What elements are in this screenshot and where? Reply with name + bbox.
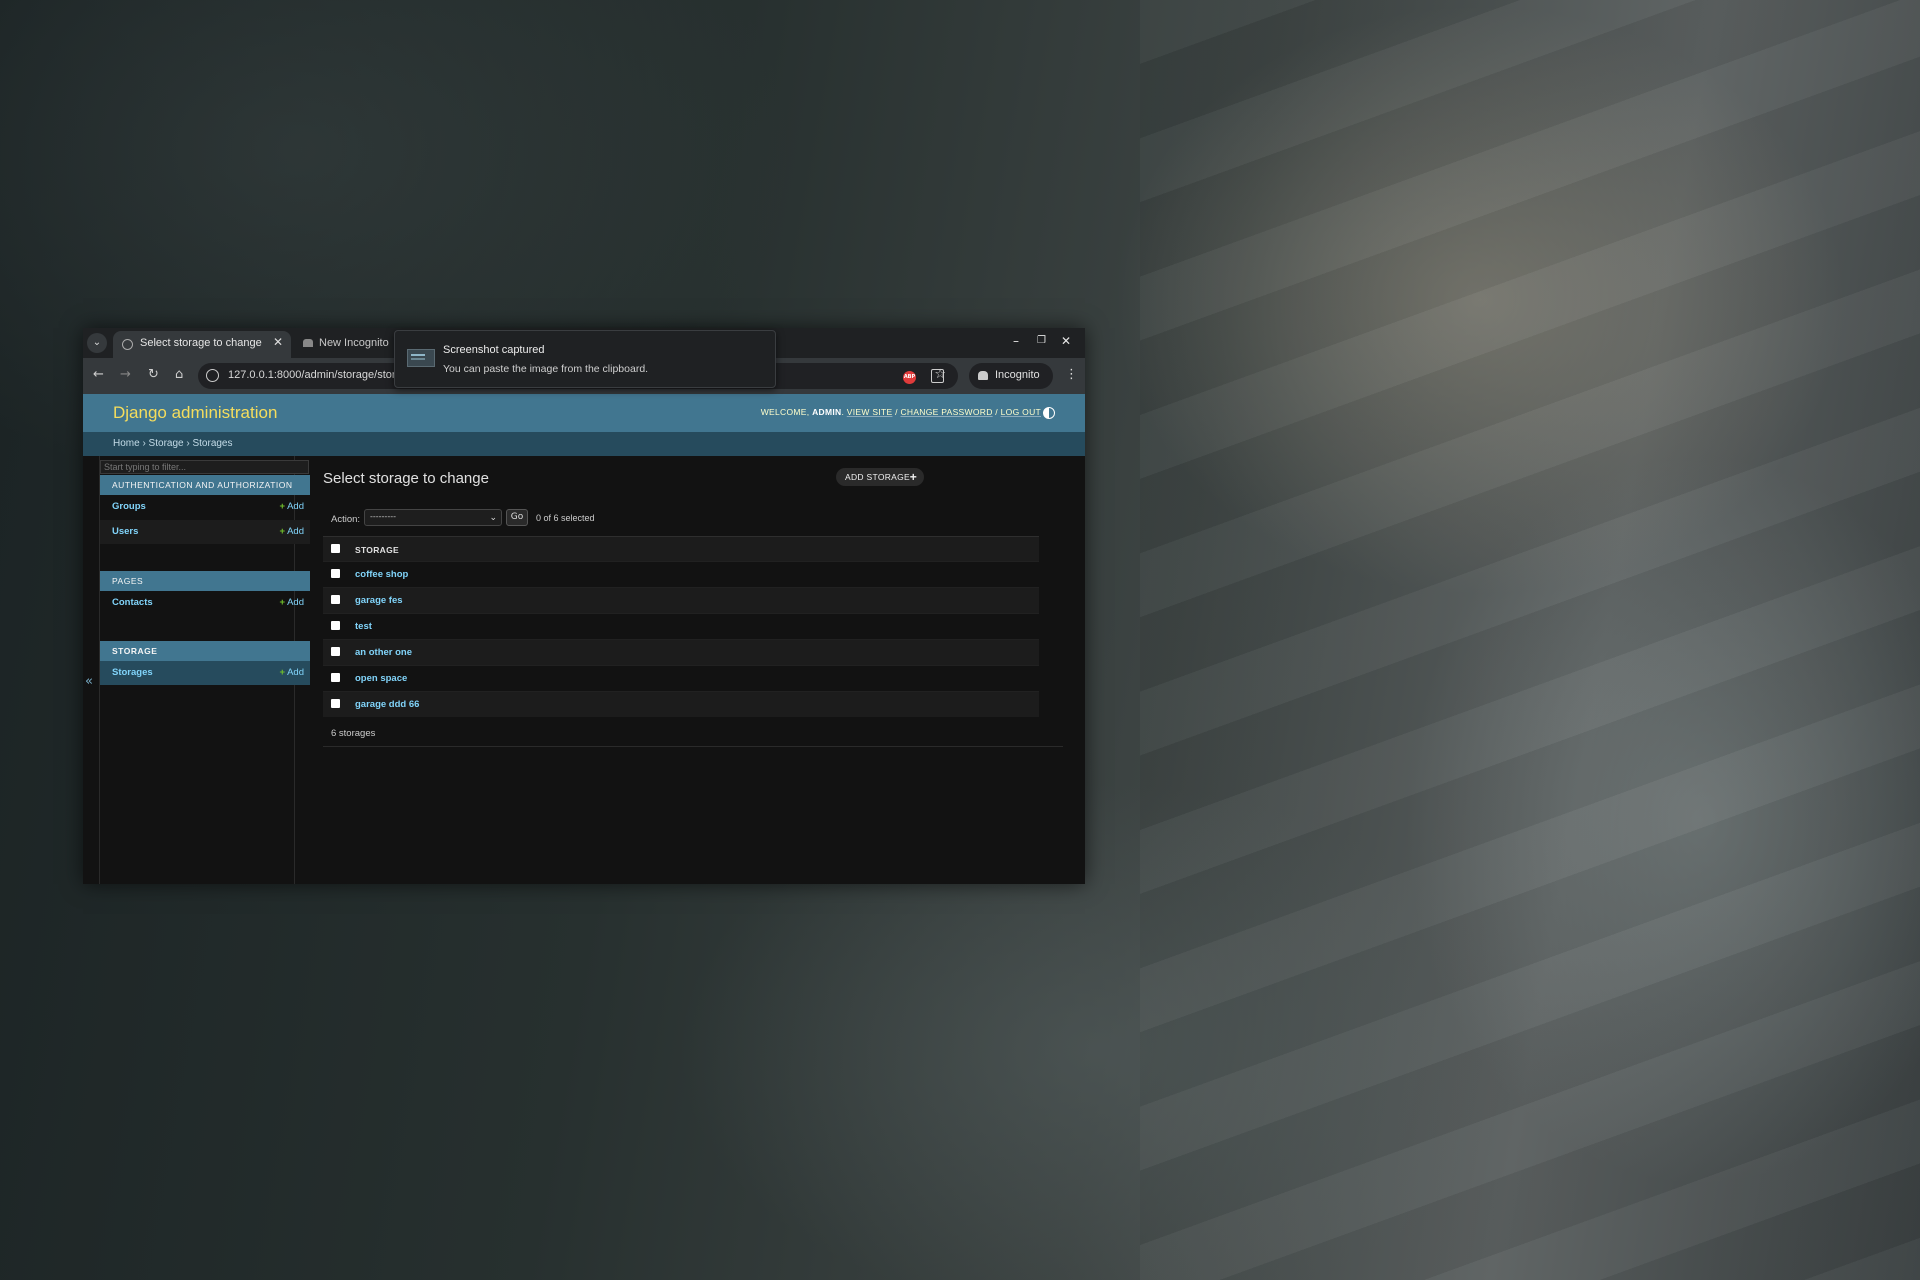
breadcrumb-text[interactable]: Home › Storage › Storages: [113, 438, 233, 449]
view-site-link[interactable]: VIEW SITE: [847, 407, 893, 417]
row-checkbox[interactable]: [331, 699, 340, 708]
add-plus-icon: +: [279, 597, 286, 608]
add-storage-button[interactable]: ADD STORAGE +: [836, 468, 924, 486]
sidebar-item-label[interactable]: Users: [112, 526, 138, 537]
screenshot-toast[interactable]: Screenshot captured You can paste the im…: [394, 330, 776, 388]
results-table: STORAGE coffee shop garage fes test an o…: [323, 536, 1039, 717]
username: ADMIN: [812, 407, 842, 417]
tab-close-icon[interactable]: ✕: [273, 335, 283, 349]
home-icon[interactable]: ⌂: [175, 367, 183, 382]
divider: [323, 746, 1063, 747]
page-title: Select storage to change: [323, 470, 489, 487]
back-icon[interactable]: ←: [93, 367, 104, 382]
reload-icon[interactable]: ↻: [148, 367, 159, 382]
desktop-background: [1140, 0, 1920, 1280]
paginator: 6 storages: [331, 728, 376, 739]
row-link[interactable]: garage fes: [355, 595, 403, 606]
action-label: Action:: [331, 514, 361, 525]
sidebar-item-groups[interactable]: Groups + Add: [100, 495, 310, 519]
module-caption-pages[interactable]: PAGES: [100, 571, 310, 591]
sidebar-item-users[interactable]: Users + Add: [100, 520, 310, 544]
tab-active[interactable]: Select storage to change ✕: [113, 331, 291, 358]
row-link[interactable]: test: [355, 621, 372, 632]
nav-sidebar: Start typing to filter... AUTHENTICATION…: [99, 456, 310, 884]
table-row: coffee shop: [323, 561, 1039, 587]
row-link[interactable]: coffee shop: [355, 569, 408, 580]
select-all-checkbox[interactable]: [331, 544, 340, 553]
tab-search-chevron-icon[interactable]: ⌄: [87, 333, 107, 353]
table-row: test: [323, 613, 1039, 639]
browser-menu-icon[interactable]: ⋮: [1065, 367, 1078, 382]
tab-inactive-title: New Incognito: [319, 337, 389, 349]
site-info-icon[interactable]: [206, 369, 219, 382]
globe-icon: [122, 339, 133, 350]
toast-title: Screenshot captured: [443, 344, 545, 356]
sidebar-item-label[interactable]: Storages: [112, 667, 153, 678]
adblock-extension-icon[interactable]: ABP: [903, 371, 916, 384]
forward-icon[interactable]: →: [120, 367, 131, 382]
row-link[interactable]: an other one: [355, 647, 412, 658]
sidebar-item-contacts[interactable]: Contacts + Add: [100, 591, 310, 615]
table-row: garage ddd 66: [323, 691, 1039, 717]
row-link[interactable]: open space: [355, 673, 407, 684]
module-caption-auth[interactable]: AUTHENTICATION AND AUTHORIZATION: [100, 475, 310, 495]
sidebar-item-label[interactable]: Groups: [112, 501, 146, 512]
action-counter: 0 of 6 selected: [536, 513, 595, 523]
sidebar-item-label[interactable]: Contacts: [112, 597, 153, 608]
table-row: an other one: [323, 639, 1039, 665]
sidebar-filter-input[interactable]: Start typing to filter...: [100, 460, 309, 474]
extensions-puzzle-icon[interactable]: [931, 369, 944, 383]
theme-toggle-icon[interactable]: [1043, 407, 1055, 419]
incognito-label: Incognito: [995, 369, 1040, 381]
sidebar-toggle-icon[interactable]: «: [85, 674, 93, 689]
incognito-indicator[interactable]: Incognito: [969, 363, 1053, 389]
row-checkbox[interactable]: [331, 673, 340, 682]
action-select[interactable]: --------- ⌄: [364, 509, 502, 526]
welcome-text: WELCOME,: [760, 407, 810, 417]
plus-icon: +: [909, 470, 917, 484]
module-caption-storage[interactable]: STORAGE: [100, 641, 310, 661]
add-plus-icon: +: [279, 526, 286, 537]
row-checkbox[interactable]: [331, 621, 340, 630]
table-row: garage fes: [323, 587, 1039, 613]
column-header-storage[interactable]: STORAGE: [355, 545, 399, 555]
toast-body: You can paste the image from the clipboa…: [443, 363, 649, 375]
tab-active-title: Select storage to change: [140, 337, 262, 349]
add-plus-icon: +: [279, 667, 286, 678]
incognito-icon: [303, 339, 313, 347]
row-link[interactable]: garage ddd 66: [355, 699, 419, 710]
sidebar-item-storages[interactable]: Storages + Add: [100, 661, 310, 685]
main-content: Select storage to change ADD STORAGE + A…: [293, 456, 1085, 884]
incognito-icon: [978, 371, 988, 380]
table-row: open space: [323, 665, 1039, 691]
content-area: « Start typing to filter... AUTHENTICATI…: [83, 456, 1085, 884]
user-tools: WELCOME, ADMIN. VIEW SITE / CHANGE PASSW…: [760, 407, 1041, 417]
table-header: STORAGE: [323, 536, 1039, 561]
go-button[interactable]: Go: [506, 509, 528, 526]
chevron-down-icon: ⌄: [489, 513, 497, 523]
restore-icon[interactable]: ❐: [1037, 335, 1046, 346]
row-checkbox[interactable]: [331, 569, 340, 578]
add-plus-icon: +: [279, 501, 286, 512]
site-branding[interactable]: Django administration: [113, 403, 277, 423]
screenshot-thumbnail-icon: [407, 349, 435, 367]
browser-window: ⌄ Select storage to change ✕ New Incogni…: [83, 328, 1085, 884]
log-out-link[interactable]: LOG OUT: [1001, 407, 1041, 417]
change-password-link[interactable]: CHANGE PASSWORD: [900, 407, 992, 417]
address-url[interactable]: 127.0.0.1:8000/admin/storage/stor: [228, 369, 396, 381]
row-checkbox[interactable]: [331, 647, 340, 656]
action-select-value: ---------: [370, 512, 396, 521]
admin-header: Django administration WELCOME, ADMIN. VI…: [83, 394, 1085, 432]
close-window-icon[interactable]: ✕: [1061, 334, 1071, 348]
row-checkbox[interactable]: [331, 595, 340, 604]
add-storage-label: ADD STORAGE: [845, 472, 911, 482]
minimize-icon[interactable]: –: [1013, 334, 1019, 348]
breadcrumb: Home › Storage › Storages: [83, 432, 1085, 456]
